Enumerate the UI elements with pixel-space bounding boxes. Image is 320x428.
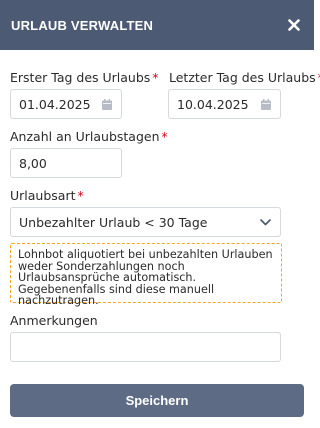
leave-type-label-text: Urlaubsart	[10, 188, 76, 203]
first-day-input[interactable]: 01.04.2025	[10, 89, 122, 119]
calendar-icon[interactable]	[102, 98, 112, 110]
days-label: Anzahl an Urlaubstagen *	[10, 129, 168, 144]
required-mark: *	[77, 188, 84, 203]
required-mark: *	[152, 70, 159, 85]
first-day-value: 01.04.2025	[19, 96, 91, 112]
last-day-label-text: Letzter Tag des Urlaubs	[169, 70, 316, 85]
save-button[interactable]: Speichern	[10, 384, 304, 417]
chevron-down-icon[interactable]	[259, 218, 271, 226]
remarks-label-text: Anmerkungen	[10, 313, 98, 328]
leave-type-select[interactable]: Unbezahlter Urlaub < 30 Tage	[10, 207, 281, 237]
unpaid-leave-notice: Lohnbot aliquotiert bei unbezahlten Urla…	[10, 243, 282, 307]
last-day-value: 10.04.2025	[177, 96, 249, 112]
days-input[interactable]: 8,00	[10, 148, 122, 178]
days-value: 8,00	[19, 155, 47, 171]
dialog-header: URLAUB VERWALTEN	[0, 0, 314, 50]
dialog-title: URLAUB VERWALTEN	[11, 17, 154, 33]
days-label-text: Anzahl an Urlaubstagen	[10, 129, 160, 144]
remarks-input[interactable]	[10, 332, 281, 362]
last-day-label: Letzter Tag des Urlaubs*	[169, 70, 320, 85]
leave-type-value: Unbezahlter Urlaub < 30 Tage	[19, 214, 208, 230]
first-day-label-text: Erster Tag des Urlaubs	[10, 70, 151, 85]
calendar-icon[interactable]	[261, 98, 271, 110]
remarks-label: Anmerkungen	[10, 313, 98, 328]
last-day-input[interactable]: 10.04.2025	[168, 89, 281, 119]
first-day-label: Erster Tag des Urlaubs *	[10, 70, 159, 85]
required-mark: *	[161, 129, 168, 144]
close-icon[interactable]	[286, 17, 302, 33]
leave-type-label: Urlaubsart *	[10, 188, 84, 203]
